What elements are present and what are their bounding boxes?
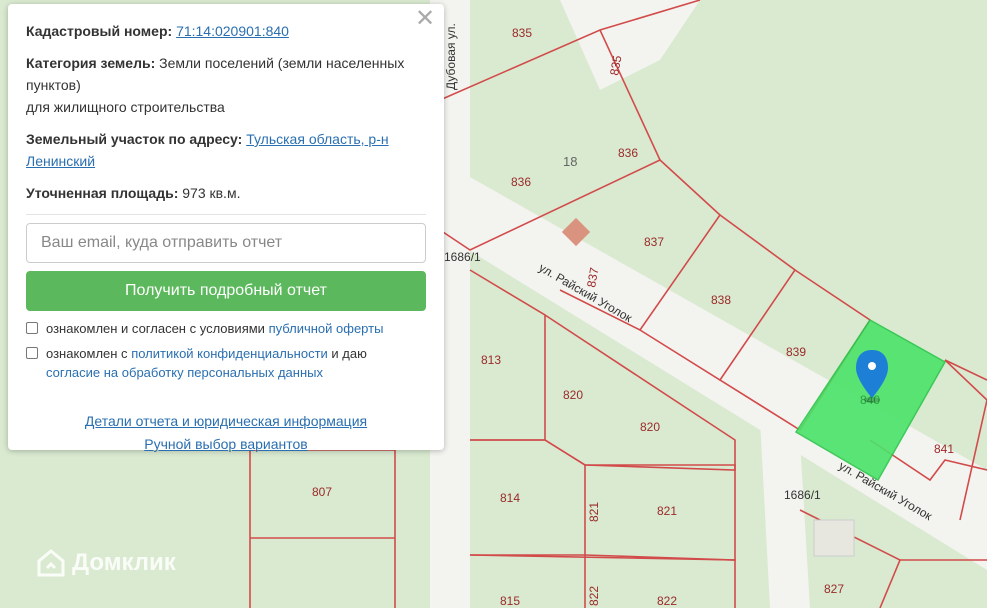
plot-label: 827 [824,582,844,596]
quarter-label: 18 [563,154,577,169]
land-category-row: Категория земель: Земли поселений (земли… [26,52,426,118]
get-report-button[interactable]: Получить подробный отчет [26,271,426,311]
plot-label: 815 [500,594,520,608]
privacy-policy-link[interactable]: политикой конфиденциальности [131,346,328,361]
address-label: Земельный участок по адресу: [26,131,243,147]
offer-consent-text: ознакомлен и согласен с условиями [46,321,269,336]
road-label: 1686/1 [444,250,481,264]
cadastral-number-link[interactable]: 71:14:020901:840 [176,23,289,39]
plot-label: 813 [481,353,501,367]
domclick-logo: Домклик [36,548,176,578]
road [560,0,700,90]
manual-selection-link[interactable]: Ручной выбор вариантов [26,433,426,456]
plot-label: 837 [644,235,664,249]
category-label: Категория земель: [26,55,156,71]
plot-label: 822 [657,594,677,608]
plot-label: 822 [587,586,601,606]
plot-label: 807 [312,485,332,499]
plot-label: 841 [934,442,954,456]
house-icon [37,549,65,577]
plot-label: 835 [512,26,532,40]
plot-label: 820 [563,388,583,402]
plot-label: 821 [657,504,677,518]
privacy-consent-checkbox[interactable] [26,347,38,359]
area-value: 973 кв.м. [182,185,241,201]
plot-label: 820 [640,420,660,434]
email-input[interactable] [26,223,426,263]
plot-label: 839 [786,345,806,359]
public-offer-link[interactable]: публичной оферты [269,321,384,336]
personal-data-consent-link[interactable]: согласие на обработку персональных данны… [46,365,323,380]
plot-label: 838 [711,293,731,307]
report-details-link[interactable]: Детали отчета и юридическая информация [26,410,426,433]
plot-boundary [250,449,396,608]
plot-label: 836 [618,146,638,160]
privacy-consent-mid: и даю [327,346,367,361]
divider [26,214,426,215]
plot-label: 836 [511,175,531,189]
plot-label: 821 [587,502,601,522]
address-row: Земельный участок по адресу: Тульская об… [26,128,426,172]
building [813,519,855,557]
privacy-consent-text: ознакомлен с [46,346,132,361]
plot-label: 814 [500,491,520,505]
plot-boundary [944,359,987,381]
privacy-consent-row: ознакомлен с политикой конфиденциальност… [26,344,426,382]
close-icon[interactable]: ✕ [414,7,436,31]
area-row: Уточненная площадь: 973 кв.м. [26,182,426,204]
offer-consent-checkbox[interactable] [26,322,38,334]
plot-info-popup: ✕ Кадастровый номер: 71:14:020901:840 Ка… [8,4,444,452]
cadastral-number-row: Кадастровый номер: 71:14:020901:840 [26,20,426,42]
plot-boundary [470,439,586,556]
area-label: Уточненная площадь: [26,185,179,201]
cadastral-label: Кадастровый номер: [26,23,173,39]
category-use: для жилищного строительства [26,99,225,115]
street-label: Дубовая ул. [444,23,458,90]
offer-consent-row: ознакомлен и согласен с условиями публич… [26,319,426,338]
road-label: 1686/1 [784,488,821,502]
footer-links: Детали отчета и юридическая информация Р… [26,410,426,456]
logo-text: Домклик [72,549,176,576]
